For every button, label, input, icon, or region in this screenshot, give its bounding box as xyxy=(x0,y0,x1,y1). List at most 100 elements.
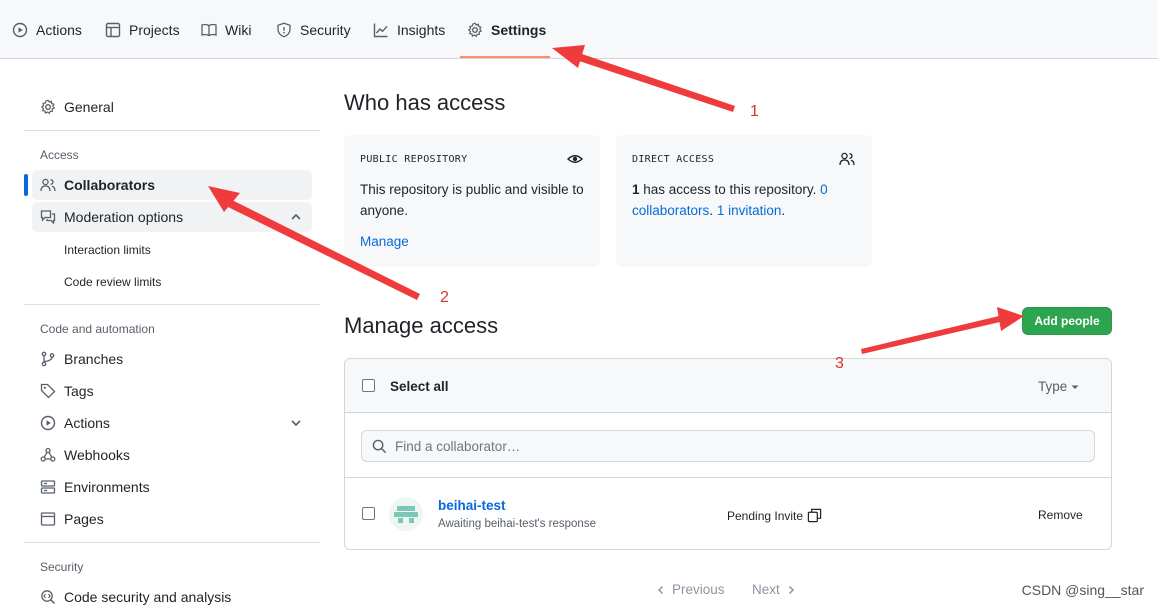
annotation-number-3: 3 xyxy=(835,355,844,372)
find-collaborator-input[interactable]: Find a collaborator… xyxy=(361,430,1095,462)
table-row: beihai-test Awaiting beihai-test's respo… xyxy=(345,478,1111,549)
arrow-1 xyxy=(576,53,735,112)
sidebar-heading-security: Security xyxy=(40,560,84,574)
pending-invite-status: Pending Invite xyxy=(727,508,822,523)
end-text: . xyxy=(781,203,786,218)
sidebar-item-label: Moderation options xyxy=(64,209,184,225)
manage-link[interactable]: Manage xyxy=(360,231,590,252)
webhook-icon xyxy=(40,447,56,462)
sidebar-item-code-review-limits[interactable]: Code review limits xyxy=(64,275,161,289)
active-indicator xyxy=(24,174,28,196)
sidebar-item-moderation[interactable]: Moderation options xyxy=(32,202,312,232)
sidebar-item-label: Collaborators xyxy=(64,177,156,193)
type-filter-label: Type xyxy=(1038,379,1068,394)
people-icon xyxy=(40,178,56,192)
collaborator-name-link[interactable]: beihai-test xyxy=(438,498,506,513)
collaborator-subtitle: Awaiting beihai-test's response xyxy=(438,518,596,530)
avatar xyxy=(389,497,423,531)
collaborators-box: Select all Type Find a collaborator… bei… xyxy=(344,358,1112,550)
git-branch-icon xyxy=(41,351,55,367)
type-filter[interactable]: Type xyxy=(1038,379,1079,394)
gear-icon xyxy=(467,21,483,37)
comment-discussion-icon xyxy=(40,210,56,225)
status-label: Pending Invite xyxy=(727,508,804,523)
eye-icon xyxy=(567,155,583,163)
sidebar-item-branches[interactable]: Branches xyxy=(32,344,312,374)
chevron-right-icon xyxy=(788,585,794,594)
server-icon xyxy=(40,480,56,494)
access-count: 1 xyxy=(632,182,640,197)
sidebar-item-interaction-limits[interactable]: Interaction limits xyxy=(64,243,151,257)
select-all-checkbox[interactable] xyxy=(362,379,375,392)
tab-insights-label: Insights xyxy=(397,21,446,38)
access-text: has access to this repository. xyxy=(639,182,821,197)
sidebar-item-label: Environments xyxy=(64,479,150,495)
sidebar-item-label: Actions xyxy=(64,415,110,431)
arrow-3 xyxy=(861,316,1000,354)
sidebar-item-label: Pages xyxy=(64,511,104,527)
tag-icon xyxy=(40,383,56,399)
chevron-left-icon xyxy=(657,585,664,594)
invitation-link[interactable]: 1 invitation xyxy=(717,203,782,218)
public-repository-card: PUBLIC REPOSITORY This repository is pub… xyxy=(344,135,600,267)
chevron-down-icon[interactable] xyxy=(290,417,302,429)
manage-access-title: Manage access xyxy=(344,313,499,338)
chevron-up-icon[interactable] xyxy=(290,211,302,223)
tab-settings-label: Settings xyxy=(491,21,547,38)
card-text: 1 has access to this repository. 0 colla… xyxy=(632,179,844,221)
direct-access-card: DIRECT ACCESS 1 has access to this repos… xyxy=(616,135,872,267)
sidebar-item-collaborators[interactable]: Collaborators xyxy=(32,170,312,200)
table-icon xyxy=(105,22,121,37)
browser-icon xyxy=(40,512,56,526)
play-circle-icon xyxy=(40,415,56,431)
remove-button[interactable]: Remove xyxy=(1038,508,1083,522)
select-all-label: Select all xyxy=(390,379,449,394)
sidebar-item-tags[interactable]: Tags xyxy=(32,376,312,406)
add-people-button[interactable]: Add people xyxy=(1022,307,1112,335)
sidebar-divider xyxy=(24,304,320,305)
tab-projects-label: Projects xyxy=(129,21,180,38)
card-text: This repository is public and visible to… xyxy=(360,182,584,218)
sidebar-item-label: General xyxy=(64,99,114,115)
tab-insights[interactable]: Insights xyxy=(373,0,445,59)
arrow-3-head xyxy=(997,307,1024,331)
selected-tab-underline xyxy=(460,56,550,58)
tab-settings[interactable]: Settings xyxy=(467,0,546,59)
row-checkbox[interactable] xyxy=(362,507,375,520)
annotation-number-2: 2 xyxy=(440,289,449,306)
sidebar-item-environments[interactable]: Environments xyxy=(32,472,312,502)
watermark: CSDN @sing__star xyxy=(1021,582,1144,598)
card-label: DIRECT ACCESS xyxy=(632,154,715,165)
next-page-button[interactable]: Next xyxy=(752,582,796,597)
sidebar-item-webhooks[interactable]: Webhooks xyxy=(32,440,312,470)
sidebar-item-actions[interactable]: Actions xyxy=(32,408,312,438)
codescan-icon xyxy=(41,590,56,605)
annotation-number-1: 1 xyxy=(750,103,759,120)
play-circle-icon xyxy=(12,22,28,37)
next-label: Next xyxy=(752,582,780,597)
tab-wiki[interactable]: Wiki xyxy=(201,0,251,59)
sidebar-item-code-security[interactable]: Code security and analysis xyxy=(32,582,312,611)
sidebar-item-general[interactable]: General xyxy=(32,92,312,122)
tab-projects[interactable]: Projects xyxy=(105,0,180,59)
gear-icon xyxy=(40,99,56,115)
repo-nav: Actions Projects Wiki Security Insights … xyxy=(0,0,1158,59)
sidebar-heading-code-automation: Code and automation xyxy=(40,322,155,336)
tab-actions[interactable]: Actions xyxy=(12,0,82,59)
sidebar-item-label: Branches xyxy=(64,351,124,367)
search-placeholder: Find a collaborator… xyxy=(395,438,521,454)
card-label: PUBLIC REPOSITORY xyxy=(360,154,468,165)
shield-icon xyxy=(277,22,291,38)
tab-security[interactable]: Security xyxy=(276,0,351,59)
tab-wiki-label: Wiki xyxy=(225,21,252,38)
book-icon xyxy=(201,23,217,36)
previous-label: Previous xyxy=(672,582,725,597)
previous-page-button[interactable]: Previous xyxy=(656,582,725,597)
caret-down-icon xyxy=(1071,385,1079,389)
sidebar-item-pages[interactable]: Pages xyxy=(32,504,312,534)
search-icon xyxy=(372,439,387,453)
tab-security-label: Security xyxy=(300,21,351,38)
sidebar-item-label: Code security and analysis xyxy=(64,589,232,605)
copy-icon[interactable] xyxy=(807,508,822,523)
sidebar-divider xyxy=(24,130,320,131)
